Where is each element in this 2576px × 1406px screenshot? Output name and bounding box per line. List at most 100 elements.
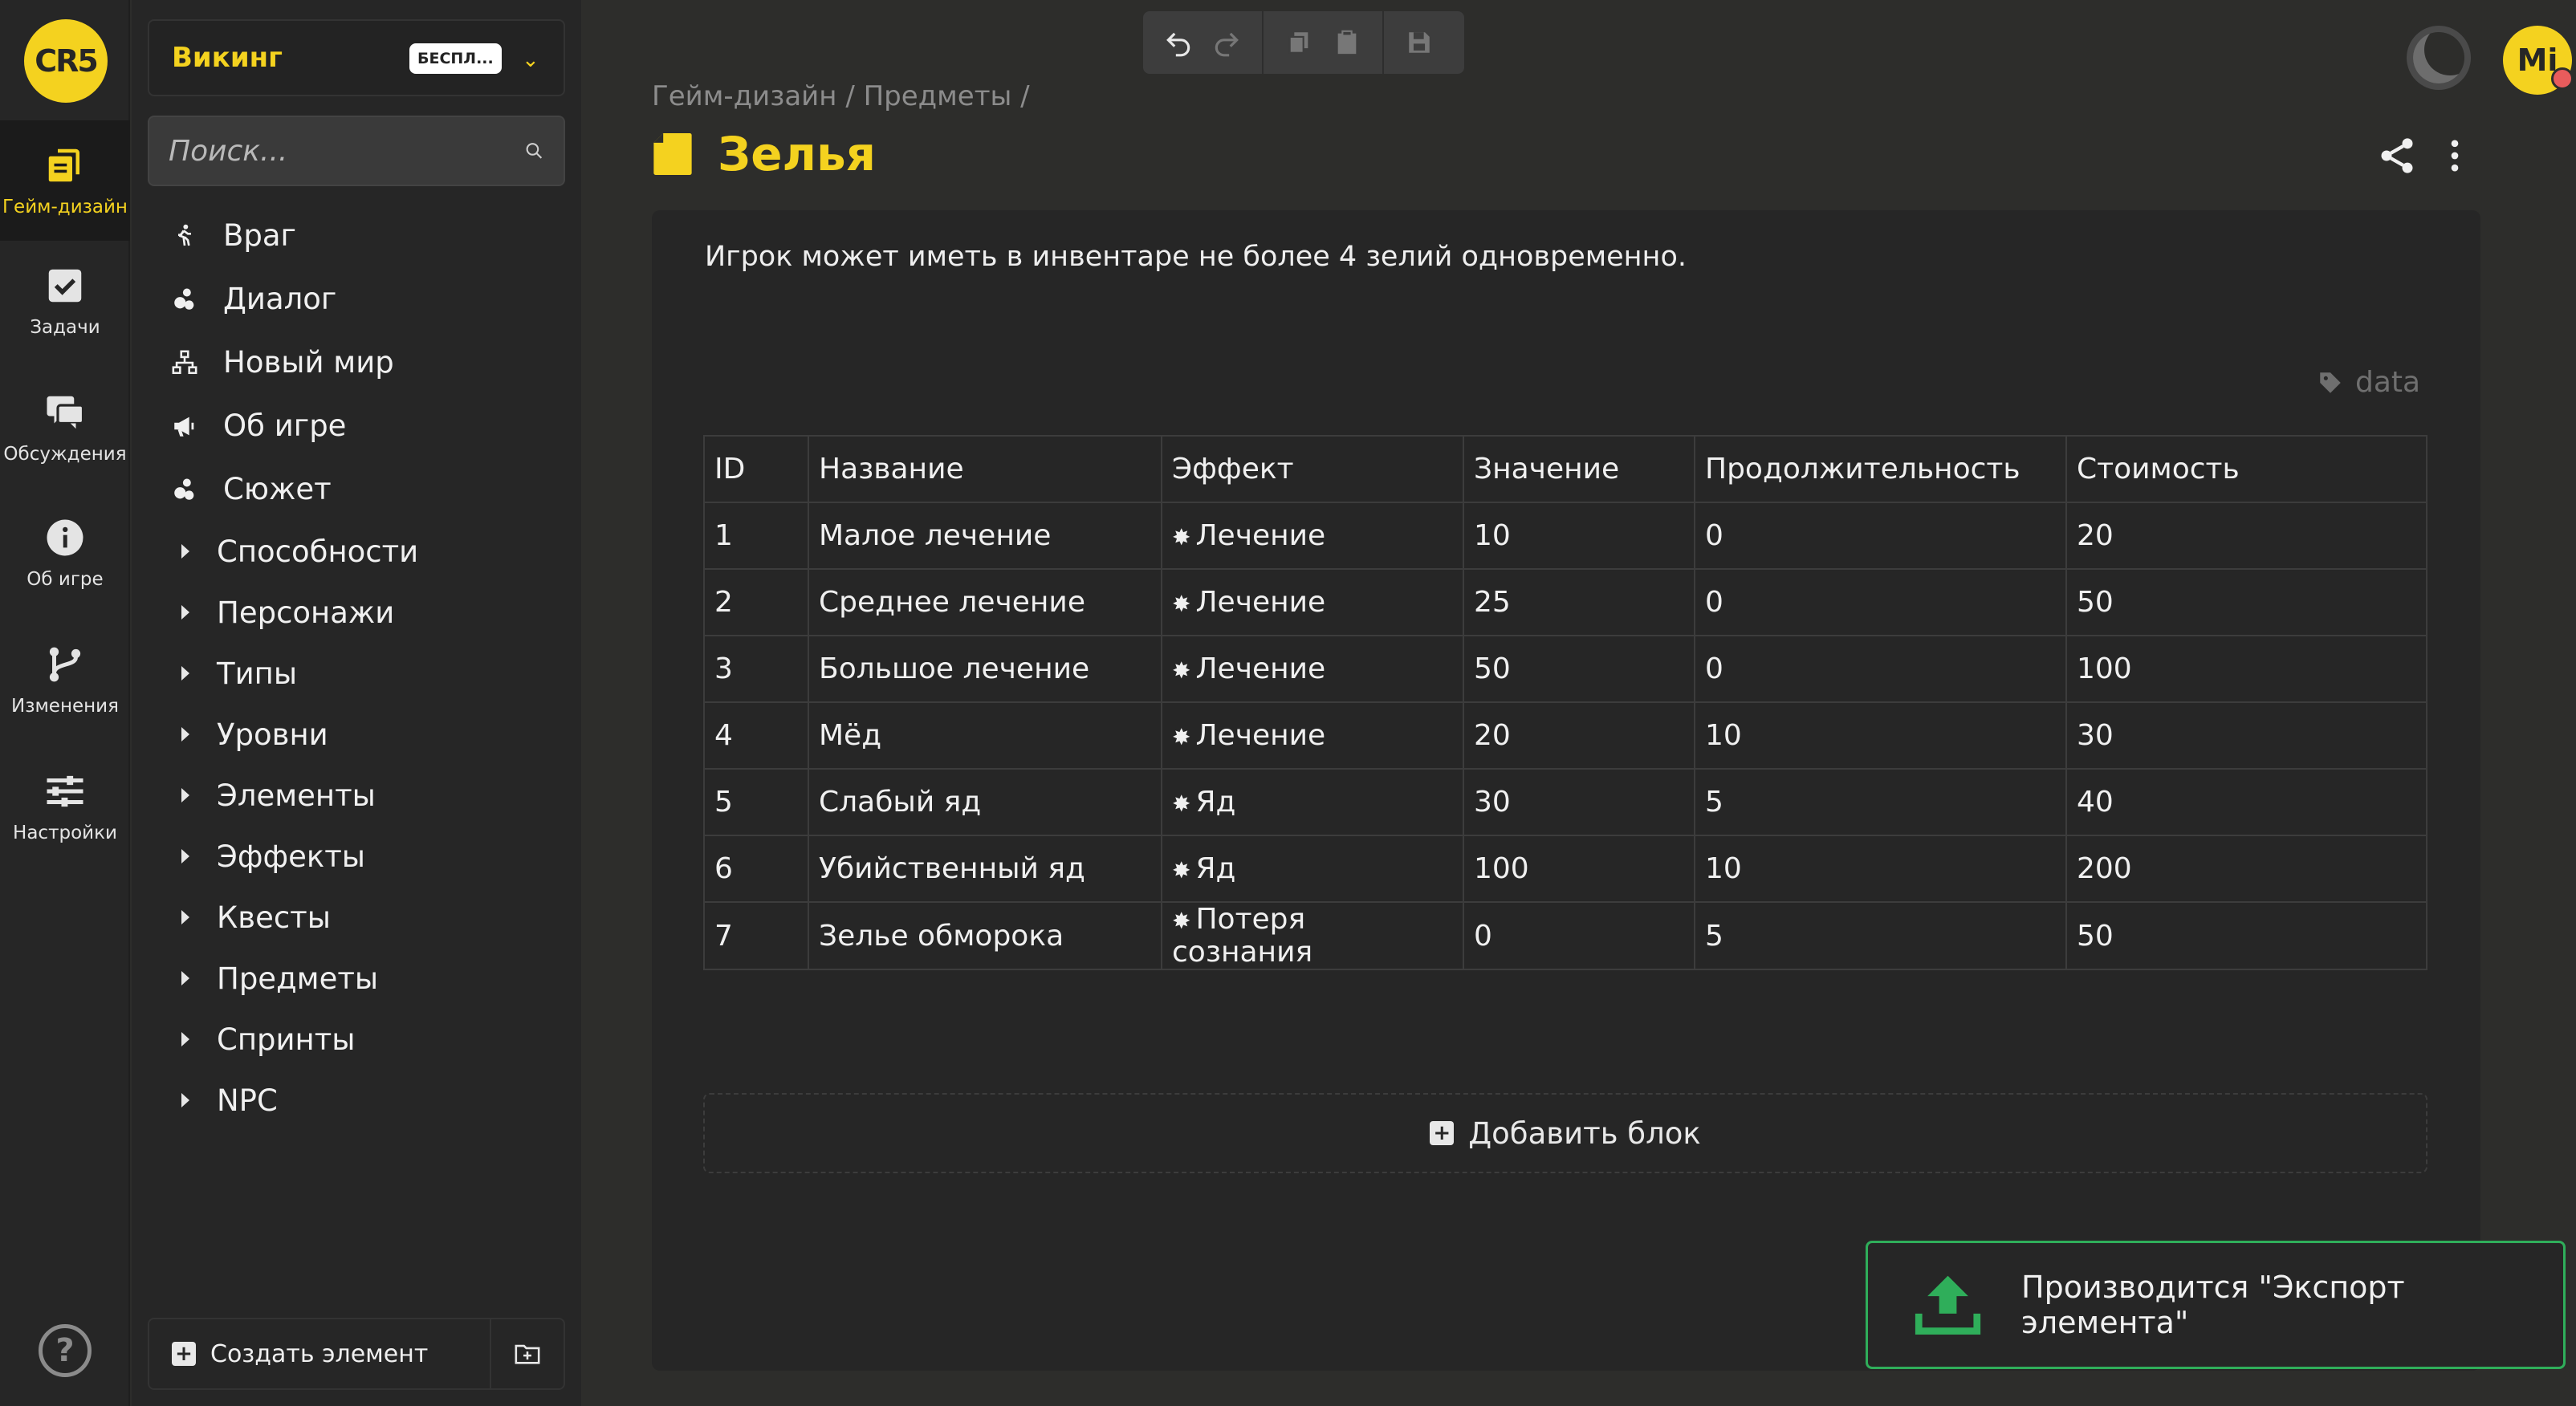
breadcrumb[interactable]: Гейм-дизайн / Предметы / xyxy=(652,80,1030,112)
table-cell[interactable]: 6 xyxy=(703,835,809,903)
table-cell[interactable]: 20 xyxy=(2065,502,2427,570)
folder-characters[interactable]: Персонажи xyxy=(132,582,581,643)
effect-link[interactable]: Лечение xyxy=(1195,652,1325,685)
logo[interactable]: CR5 xyxy=(24,19,108,103)
description-text[interactable]: Игрок может иметь в инвентаре не более 4… xyxy=(705,241,1687,273)
effect-cell[interactable]: ✸ Потеря сознания xyxy=(1161,901,1464,970)
copy-button[interactable] xyxy=(1275,18,1323,67)
folder-types[interactable]: Типы xyxy=(132,643,581,704)
effect-icon: ✸ xyxy=(1172,591,1191,617)
create-element-button[interactable]: + Создать элемент xyxy=(149,1319,491,1388)
table-cell[interactable]: 30 xyxy=(2065,701,2427,770)
rail-item-tasks[interactable]: Задачи xyxy=(0,241,130,361)
tree-item-about-game[interactable]: Об игре xyxy=(132,394,581,457)
folder-sprints[interactable]: Спринты xyxy=(132,1009,581,1070)
rail-item-settings[interactable]: Настройки xyxy=(0,746,130,867)
table-cell[interactable]: Большое лечение xyxy=(808,635,1162,703)
table-cell[interactable]: 0 xyxy=(1694,568,2067,636)
search-input[interactable] xyxy=(169,134,524,168)
tree-item-new-world[interactable]: Новый мир xyxy=(132,331,581,394)
rail-item-changes[interactable]: Изменения xyxy=(0,620,130,740)
rail-item-discussions[interactable]: Обсуждения xyxy=(0,368,130,488)
column-header[interactable]: Эффект xyxy=(1161,435,1464,503)
table-cell[interactable]: 100 xyxy=(1463,835,1695,903)
table-cell[interactable]: 200 xyxy=(2065,835,2427,903)
effect-cell[interactable]: ✸ Лечение xyxy=(1161,502,1464,570)
more-menu-button[interactable] xyxy=(2434,135,2476,177)
upload-icon xyxy=(1915,1275,1981,1335)
create-folder-button[interactable] xyxy=(491,1319,564,1388)
rail-item-game-design[interactable]: Гейм-дизайн xyxy=(0,120,130,241)
share-button[interactable] xyxy=(2376,135,2418,177)
effect-link[interactable]: Лечение xyxy=(1195,519,1325,552)
table-cell[interactable]: 20 xyxy=(1463,701,1695,770)
table-cell[interactable]: 0 xyxy=(1694,635,2067,703)
column-header[interactable]: Продолжительность xyxy=(1694,435,2067,503)
folder-levels[interactable]: Уровни xyxy=(132,704,581,765)
effect-cell[interactable]: ✸ Яд xyxy=(1161,835,1464,903)
table-cell[interactable]: 1 xyxy=(703,502,809,570)
table-cell[interactable]: 10 xyxy=(1694,835,2067,903)
table-cell[interactable]: 30 xyxy=(1463,768,1695,836)
table-cell[interactable]: 5 xyxy=(703,768,809,836)
table-cell[interactable]: 50 xyxy=(2065,901,2427,970)
paste-button[interactable] xyxy=(1323,18,1371,67)
table-cell[interactable]: Малое лечение xyxy=(808,502,1162,570)
table-cell[interactable]: 50 xyxy=(2065,568,2427,636)
folder-elements[interactable]: Элементы xyxy=(132,765,581,826)
table-cell[interactable]: 100 xyxy=(2065,635,2427,703)
effect-link[interactable]: Яд xyxy=(1195,852,1235,885)
folder-items[interactable]: Предметы xyxy=(132,948,581,1009)
table-cell[interactable]: 0 xyxy=(1694,502,2067,570)
effect-link[interactable]: Лечение xyxy=(1195,586,1325,619)
effect-cell[interactable]: ✸ Лечение xyxy=(1161,568,1464,636)
redo-button[interactable] xyxy=(1203,18,1251,67)
table-cell[interactable]: Среднее лечение xyxy=(808,568,1162,636)
tag-chip[interactable]: data xyxy=(2317,366,2420,399)
table-cell[interactable]: 5 xyxy=(1694,901,2067,970)
folder-effects[interactable]: Эффекты xyxy=(132,826,581,887)
table-cell[interactable]: Убийственный яд xyxy=(808,835,1162,903)
table-cell[interactable]: 7 xyxy=(703,901,809,970)
column-header[interactable]: Стоимость xyxy=(2065,435,2427,503)
tree-item-dialog[interactable]: Диалог xyxy=(132,267,581,331)
table-cell[interactable]: 2 xyxy=(703,568,809,636)
effect-link[interactable]: Потеря сознания xyxy=(1172,903,1312,969)
tree-item-plot[interactable]: Сюжет xyxy=(132,457,581,521)
effect-link[interactable]: Лечение xyxy=(1195,719,1325,752)
table-cell[interactable]: 10 xyxy=(1463,502,1695,570)
undo-button[interactable] xyxy=(1154,18,1203,67)
table-cell[interactable]: 0 xyxy=(1463,901,1695,970)
tree-item-enemy[interactable]: Враг xyxy=(132,204,581,267)
table-cell[interactable]: 40 xyxy=(2065,768,2427,836)
theme-toggle[interactable] xyxy=(2407,26,2471,90)
save-button[interactable] xyxy=(1395,18,1443,67)
column-header[interactable]: Значение xyxy=(1463,435,1695,503)
table-cell[interactable]: 5 xyxy=(1694,768,2067,836)
search-icon[interactable] xyxy=(524,136,544,166)
folder-quests[interactable]: Квесты xyxy=(132,887,581,948)
effect-cell[interactable]: ✸ Лечение xyxy=(1161,701,1464,770)
effect-cell[interactable]: ✸ Яд xyxy=(1161,768,1464,836)
column-header[interactable]: Название xyxy=(808,435,1162,503)
table-cell[interactable]: 50 xyxy=(1463,635,1695,703)
user-avatar[interactable]: Mi xyxy=(2503,26,2574,95)
effect-link[interactable]: Яд xyxy=(1195,786,1235,819)
rail-item-about[interactable]: Об игре xyxy=(0,493,130,613)
project-selector[interactable]: Викинг БЕСПЛ... ⌄ xyxy=(148,19,565,96)
add-block-button[interactable]: + Добавить блок xyxy=(703,1093,2427,1173)
table-cell[interactable]: Мёд xyxy=(808,701,1162,770)
export-toast[interactable]: Производится "Экспорт элемента" xyxy=(1866,1241,2566,1369)
column-header[interactable]: ID xyxy=(703,435,809,503)
folder-abilities[interactable]: Способности xyxy=(132,521,581,582)
chevron-down-icon[interactable]: ⌄ xyxy=(522,48,539,72)
folder-npc[interactable]: NPC xyxy=(132,1070,581,1131)
table-cell[interactable]: Зелье обморока xyxy=(808,901,1162,970)
effect-cell[interactable]: ✸ Лечение xyxy=(1161,635,1464,703)
help-button[interactable]: ? xyxy=(39,1324,92,1377)
table-cell[interactable]: 10 xyxy=(1694,701,2067,770)
table-cell[interactable]: 3 xyxy=(703,635,809,703)
table-cell[interactable]: 25 xyxy=(1463,568,1695,636)
table-cell[interactable]: 4 xyxy=(703,701,809,770)
table-cell[interactable]: Слабый яд xyxy=(808,768,1162,836)
